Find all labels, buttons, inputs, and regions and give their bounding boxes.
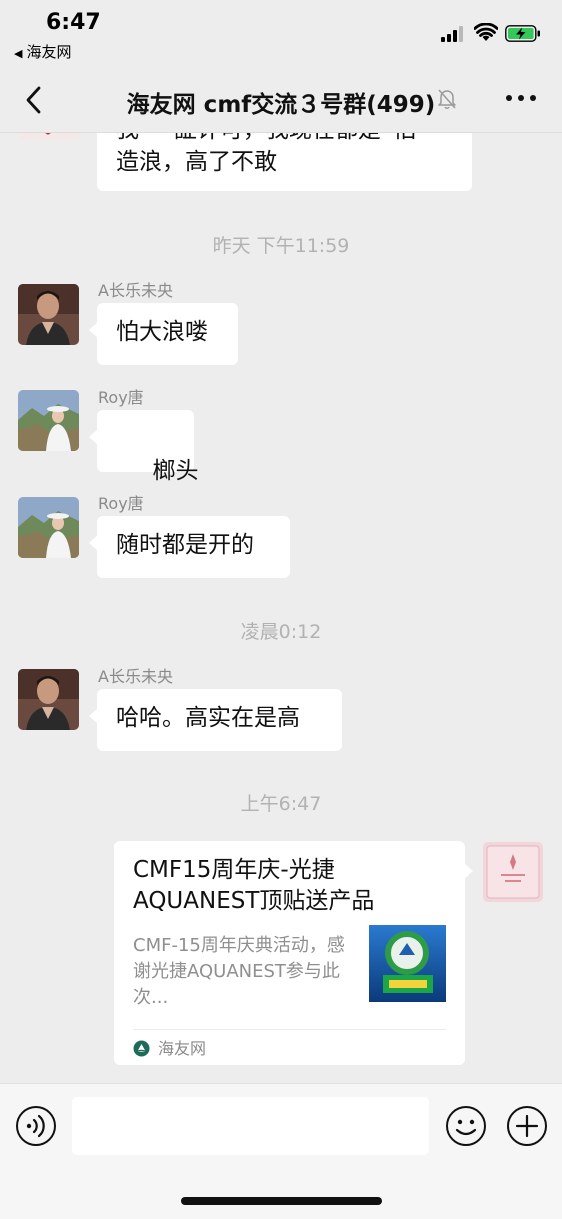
my-avatar[interactable] (483, 842, 543, 902)
avatar[interactable] (18, 497, 79, 558)
home-indicator[interactable] (181, 1197, 382, 1205)
bell-muted-icon (438, 89, 456, 109)
avatar-photo-icon (18, 497, 79, 558)
message-text: 我“一証计可，我现在都是“怕 (116, 133, 453, 146)
wifi-icon (474, 23, 498, 41)
more-functions-button[interactable] (506, 1105, 548, 1147)
sender-name: A长乐未央 (98, 667, 173, 686)
source-logo-icon (133, 1040, 150, 1057)
message-bubble[interactable]: 榔头 (89, 410, 199, 484)
avatar-photo-icon (18, 284, 79, 345)
message-input[interactable] (72, 1097, 429, 1155)
message-text: 怕大浪喽 (116, 319, 208, 345)
timestamp: 昨天 下午11:59 (212, 235, 350, 257)
avatar-photo-icon (18, 669, 79, 730)
back-to-app-link[interactable]: ◀ 海友网 (14, 41, 71, 62)
timestamp: 凌晨0:12 (240, 621, 322, 643)
link-card-title: CMF15周年庆-光捷AQUANEST顶贴送产品 (133, 857, 375, 914)
emoji-icon (446, 1106, 486, 1146)
cellular-signal-icon (441, 26, 463, 42)
plus-icon (507, 1106, 547, 1146)
avatar-art-icon (483, 842, 543, 902)
link-card-thumbnail (369, 925, 446, 1002)
more-options-button[interactable] (503, 86, 539, 110)
message-bubble[interactable]: 随时都是开的 (89, 516, 290, 578)
clock: 6:47 (46, 10, 101, 35)
message-text: 造浪，高了不敢 (116, 149, 277, 175)
battery-charging-icon (505, 25, 540, 42)
message-list[interactable]: 我“一証计可，我现在都是“怕 造浪，高了不敢 昨天 下午11:59 A长乐未央 … (0, 133, 562, 1083)
voice-button[interactable] (15, 1105, 57, 1147)
back-triangle-icon: ◀ (14, 47, 23, 60)
source-name: 海友网 (158, 1039, 207, 1058)
message-text: 哈哈。高实在是高 (116, 705, 300, 731)
avatar[interactable] (18, 133, 79, 140)
message-bubble[interactable]: 我“一証计可，我现在都是“怕 造浪，高了不敢 (97, 133, 472, 191)
message-bubble[interactable]: 哈哈。高实在是高 (89, 689, 342, 751)
sender-name: Roy唐 (98, 388, 144, 407)
emoji-button[interactable] (445, 1105, 487, 1147)
message-text: 榔头 (145, 458, 199, 484)
link-card-description: CMF-15周年庆典活动，感谢光捷AQUANEST参与此次... (133, 935, 345, 1008)
divider (133, 1029, 446, 1030)
more-dots-icon (506, 95, 512, 101)
message-text: 随时都是开的 (116, 532, 254, 558)
voice-icon (26, 1114, 45, 1138)
back-app-label: 海友网 (26, 43, 72, 61)
avatar[interactable] (18, 669, 79, 730)
sender-name: Roy唐 (98, 494, 144, 513)
avatar[interactable] (18, 284, 79, 345)
link-card-source: 海友网 (133, 1035, 206, 1059)
chat-header: 海友网 cmf交流３号群(499) (0, 68, 562, 133)
link-card[interactable]: CMF15周年庆-光捷AQUANEST顶贴送产品 CMF-15周年庆典活动，感谢… (114, 841, 473, 1065)
status-bar: 6:47 ◀ 海友网 (0, 0, 562, 68)
sender-name: A长乐未央 (98, 281, 173, 300)
avatar[interactable] (18, 390, 79, 451)
timestamp: 上午6:47 (240, 793, 322, 815)
avatar-art-icon (45, 133, 51, 135)
avatar-photo-icon (18, 390, 79, 451)
message-bubble[interactable]: 怕大浪喽 (89, 303, 238, 365)
chat-title: 海友网 cmf交流３号群(499) (126, 92, 436, 118)
